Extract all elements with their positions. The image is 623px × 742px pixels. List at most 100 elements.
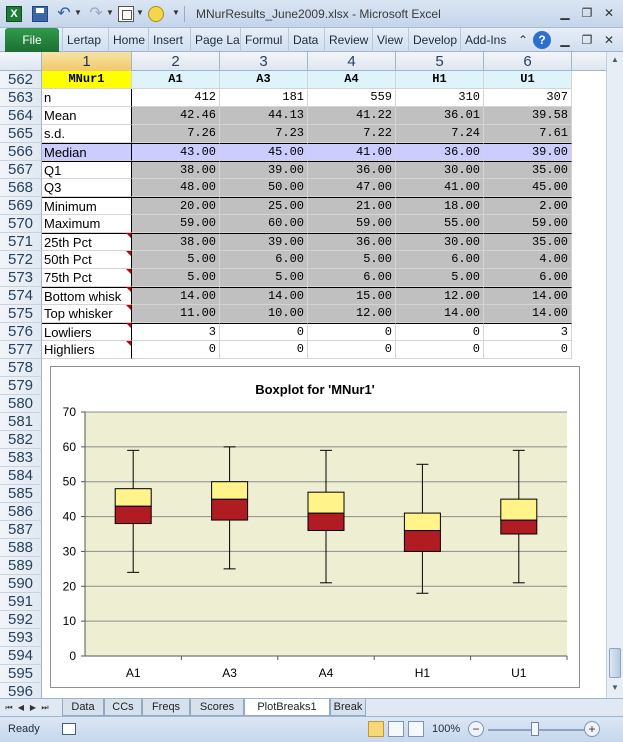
value-cell[interactable]: 50.00 <box>220 179 308 197</box>
row-label-cell[interactable]: Highliers <box>42 341 132 359</box>
row-label-cell[interactable]: Maximum <box>42 215 132 233</box>
value-cell[interactable]: 39.00 <box>220 233 308 251</box>
value-cell[interactable]: 42.46 <box>132 107 220 125</box>
tab-view[interactable]: View <box>372 28 408 52</box>
row-header[interactable]: 573 <box>0 269 42 287</box>
value-cell[interactable]: 7.23 <box>220 125 308 143</box>
redo-dropdown-icon[interactable]: ▼ <box>106 8 114 18</box>
layout-icon[interactable] <box>118 6 134 22</box>
row-header[interactable]: 596 <box>0 683 42 698</box>
value-cell[interactable]: 39.58 <box>484 107 572 125</box>
excel-app-icon[interactable]: X <box>6 6 22 22</box>
zoom-slider-thumb[interactable] <box>531 722 539 736</box>
minimize-icon[interactable]: ▁ <box>554 5 576 21</box>
tab-add-ins[interactable]: Add-Ins <box>460 28 508 52</box>
value-cell[interactable]: 36.00 <box>308 233 396 251</box>
value-cell[interactable]: 36.01 <box>396 107 484 125</box>
value-cell[interactable]: 0 <box>308 341 396 359</box>
value-cell[interactable]: 21.00 <box>308 197 396 215</box>
redo-icon[interactable]: ↷ <box>88 6 104 22</box>
row-header[interactable]: 587 <box>0 521 42 539</box>
value-cell[interactable]: 6.00 <box>396 251 484 269</box>
prev-sheet-icon[interactable]: ◀ <box>16 701 26 715</box>
row-header[interactable]: 579 <box>0 377 42 395</box>
value-cell[interactable]: 20.00 <box>132 197 220 215</box>
row-label-cell[interactable]: n <box>42 89 132 107</box>
page-layout-view-icon[interactable] <box>388 721 404 737</box>
row-header[interactable]: 565 <box>0 125 42 143</box>
row-label-cell[interactable]: 50th Pct <box>42 251 132 269</box>
row-header[interactable]: 572 <box>0 251 42 269</box>
row-header[interactable]: 585 <box>0 485 42 503</box>
value-cell[interactable]: 38.00 <box>132 161 220 179</box>
header-cell-group[interactable]: A1 <box>132 71 220 89</box>
tab-file[interactable]: File <box>5 28 59 52</box>
close-icon[interactable]: ✕ <box>598 5 620 21</box>
workbook-restore-icon[interactable]: ❐ <box>578 31 596 49</box>
tab-developer[interactable]: Develop <box>408 28 460 52</box>
worksheet-grid[interactable]: 1 2 3 4 5 6 562 MNur1 A1 A3 A4 H1 U1 563 n 412 181… <box>0 52 606 698</box>
row-header[interactable]: 580 <box>0 395 42 413</box>
value-cell[interactable]: 0 <box>220 341 308 359</box>
normal-view-icon[interactable] <box>368 721 384 737</box>
value-cell[interactable]: 7.24 <box>396 125 484 143</box>
sheet-tab-freqs[interactable]: Freqs <box>142 699 190 716</box>
row-header[interactable]: 566 <box>0 143 42 161</box>
value-cell[interactable]: 41.22 <box>308 107 396 125</box>
value-cell[interactable]: 0 <box>308 323 396 341</box>
row-header[interactable]: 563 <box>0 89 42 107</box>
row-header[interactable]: 568 <box>0 179 42 197</box>
row-label-cell[interactable]: Bottom whisk <box>42 287 132 305</box>
row-header[interactable]: 584 <box>0 467 42 485</box>
value-cell[interactable]: 38.00 <box>132 233 220 251</box>
row-header[interactable]: 567 <box>0 161 42 179</box>
header-cell-group[interactable]: H1 <box>396 71 484 89</box>
next-sheet-icon[interactable]: ▶ <box>28 701 38 715</box>
row-header[interactable]: 593 <box>0 629 42 647</box>
tab-data[interactable]: Data <box>288 28 324 52</box>
row-label-cell[interactable]: s.d. <box>42 125 132 143</box>
row-header[interactable]: 589 <box>0 557 42 575</box>
vertical-scrollbar[interactable]: ▲ ▼ <box>606 52 623 698</box>
workbook-minimize-icon[interactable]: ▁ <box>556 31 574 49</box>
value-cell[interactable]: 310 <box>396 89 484 107</box>
value-cell[interactable]: 36.00 <box>308 161 396 179</box>
row-label-cell[interactable]: Top whisker <box>42 305 132 323</box>
value-cell[interactable]: 41.00 <box>396 179 484 197</box>
row-header[interactable]: 582 <box>0 431 42 449</box>
value-cell[interactable]: 44.13 <box>220 107 308 125</box>
value-cell[interactable]: 41.00 <box>308 143 396 161</box>
value-cell[interactable]: 11.00 <box>132 305 220 323</box>
value-cell[interactable]: 43.00 <box>132 143 220 161</box>
help-icon[interactable]: ? <box>533 31 551 49</box>
value-cell[interactable]: 39.00 <box>484 143 572 161</box>
zoom-in-icon[interactable]: + <box>584 721 600 737</box>
value-cell[interactable]: 307 <box>484 89 572 107</box>
sheet-tab-ccs[interactable]: CCs <box>104 699 142 716</box>
smiley-icon[interactable] <box>148 6 164 22</box>
comment-indicator-icon[interactable] <box>126 341 131 346</box>
row-header[interactable]: 586 <box>0 503 42 521</box>
value-cell[interactable]: 0 <box>396 323 484 341</box>
row-label-cell[interactable]: 25th Pct <box>42 233 132 251</box>
value-cell[interactable]: 7.61 <box>484 125 572 143</box>
row-label-cell[interactable]: 75th Pct <box>42 269 132 287</box>
sheet-tab-scores[interactable]: Scores <box>190 699 244 716</box>
zoom-out-icon[interactable]: − <box>468 721 484 737</box>
column-header-1[interactable]: 1 <box>42 52 132 71</box>
value-cell[interactable]: 4.00 <box>484 251 572 269</box>
sheet-tab-break[interactable]: Break <box>330 699 366 716</box>
tab-formulas[interactable]: Formul <box>240 28 288 52</box>
row-label-cell[interactable]: Lowliers <box>42 323 132 341</box>
value-cell[interactable]: 5.00 <box>396 269 484 287</box>
value-cell[interactable]: 559 <box>308 89 396 107</box>
value-cell[interactable]: 3 <box>484 323 572 341</box>
value-cell[interactable]: 14.00 <box>484 305 572 323</box>
row-label-cell[interactable]: Median <box>42 143 132 161</box>
row-header[interactable]: 583 <box>0 449 42 467</box>
value-cell[interactable]: 47.00 <box>308 179 396 197</box>
comment-indicator-icon[interactable] <box>126 251 131 256</box>
last-sheet-icon[interactable]: ⏭ <box>40 701 50 715</box>
sheet-tab-plotbreaks1[interactable]: PlotBreaks1 <box>244 699 330 716</box>
comment-indicator-icon[interactable] <box>126 287 131 292</box>
